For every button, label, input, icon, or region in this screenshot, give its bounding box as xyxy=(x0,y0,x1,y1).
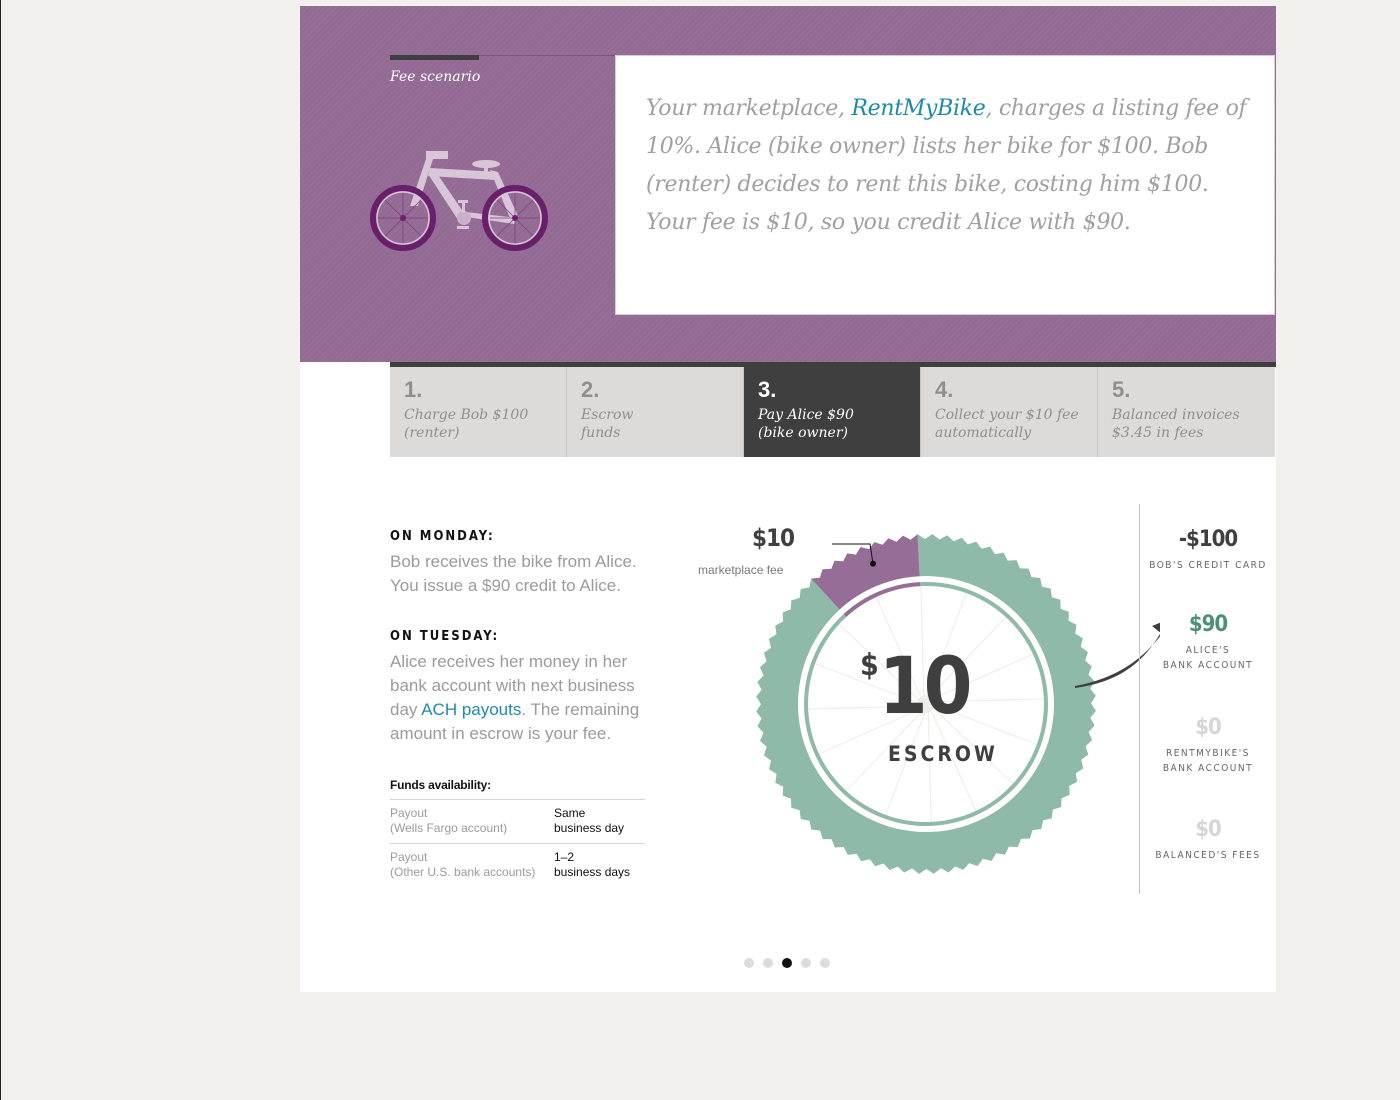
step-number: 4. xyxy=(935,377,954,402)
step-label: Pay Alice $90 (bike owner) xyxy=(758,407,854,441)
funds-availability-table: Funds availability: Payout (Wells Fargo a… xyxy=(390,778,645,887)
monday-text: Bob receives the bike from Alice. You is… xyxy=(390,552,637,595)
account-amount: $0 xyxy=(1195,715,1222,740)
monday-heading: ON MONDAY: xyxy=(390,529,495,544)
account-name: RENTMYBIKE'S BANK ACCOUNT xyxy=(1162,748,1254,774)
currency-symbol: $ xyxy=(860,648,879,683)
tuesday-text: Alice receives her money in her bank acc… xyxy=(390,652,640,743)
rentmybike-link[interactable]: RentMyBike xyxy=(851,96,985,121)
payout-timing: Same business day xyxy=(554,806,625,835)
pagination-dot-5[interactable] xyxy=(820,958,830,968)
account-name: ALICE'S BANK ACCOUNT xyxy=(1162,645,1254,671)
payout-type: Payout (Wells Fargo account) xyxy=(390,806,508,835)
fee-leader-dot xyxy=(870,560,877,567)
step-label: Collect your $10 fee automatically xyxy=(935,407,1079,441)
payout-type: Payout (Other U.S. bank accounts) xyxy=(390,850,536,879)
step-label: Escrow funds xyxy=(581,407,634,441)
account-bob-credit-card: -$100 BOB'S CREDIT CARD xyxy=(1148,527,1268,573)
account-amount: $90 xyxy=(1188,612,1228,637)
step-number: 5. xyxy=(1112,377,1131,402)
pagination-dots xyxy=(744,958,830,968)
step-number: 1. xyxy=(404,377,423,402)
account-amount: $0 xyxy=(1195,817,1222,842)
account-rentmybike-bank: $0 RENTMYBIKE'S BANK ACCOUNT xyxy=(1148,715,1268,776)
step-number: 3. xyxy=(758,377,777,402)
pagination-dot-3[interactable] xyxy=(782,958,792,968)
payout-timing: 1–2 business days xyxy=(554,850,631,879)
fee-scenario-label: Fee scenario xyxy=(390,69,481,85)
table-row: Payout (Other U.S. bank accounts) 1–2 busi… xyxy=(390,843,645,887)
step-tab-2[interactable]: 2. Escrow funds xyxy=(567,367,744,457)
hero-banner: Fee scenario Your marketplace, RentMyBik… xyxy=(300,6,1276,362)
hero-rule-accent xyxy=(390,55,479,60)
account-name: BOB'S CREDIT CARD xyxy=(1149,560,1267,571)
account-alice-bank: $90 ALICE'S BANK ACCOUNT xyxy=(1148,612,1268,673)
step-tab-3[interactable]: 3. Pay Alice $90 (bike owner) xyxy=(744,367,921,457)
marketplace-fee-label: marketplace fee xyxy=(698,563,784,577)
account-name: BALANCED'S FEES xyxy=(1155,850,1261,861)
step-tabs: 1. Charge Bob $100 (renter) 2. Escrow fund… xyxy=(390,362,1276,462)
bike-icon xyxy=(370,151,548,251)
scenario-description: Your marketplace, RentMyBike, charges a … xyxy=(646,90,1256,242)
table-row: Payout (Wells Fargo account) Same business… xyxy=(390,799,645,843)
step-tab-1[interactable]: 1. Charge Bob $100 (renter) xyxy=(390,367,567,457)
step-tab-5[interactable]: 5. Balanced invoices $3.45 in fees xyxy=(1098,367,1275,457)
escrow-label: ESCROW xyxy=(888,742,998,766)
step-label: Balanced invoices $3.45 in fees xyxy=(1112,407,1240,441)
account-amount: -$100 xyxy=(1178,527,1238,552)
pagination-dot-1[interactable] xyxy=(744,958,754,968)
funds-title: Funds availability: xyxy=(390,778,491,792)
accounts-divider xyxy=(1139,504,1140,894)
scenario-card: Fee scenario Your marketplace, RentMyBik… xyxy=(300,6,1276,992)
escrow-value: 10 xyxy=(878,642,973,732)
ach-payouts-link[interactable]: ACH payouts xyxy=(421,700,521,719)
escrow-amount: $10 xyxy=(860,642,973,732)
quote-text-start: Your marketplace, xyxy=(646,96,852,121)
step-number: 2. xyxy=(581,377,600,402)
marketplace-fee-amount: $10 xyxy=(752,524,795,552)
scenario-description-box: Your marketplace, RentMyBike, charges a … xyxy=(615,55,1275,315)
step-label: Charge Bob $100 (renter) xyxy=(404,407,529,441)
pagination-dot-2[interactable] xyxy=(763,958,773,968)
tuesday-heading: ON TUESDAY: xyxy=(390,629,500,644)
pagination-dot-4[interactable] xyxy=(801,958,811,968)
account-balanced-fees: $0 BALANCED'S FEES xyxy=(1148,817,1268,863)
step-tab-4[interactable]: 4. Collect your $10 fee automatically xyxy=(921,367,1098,457)
